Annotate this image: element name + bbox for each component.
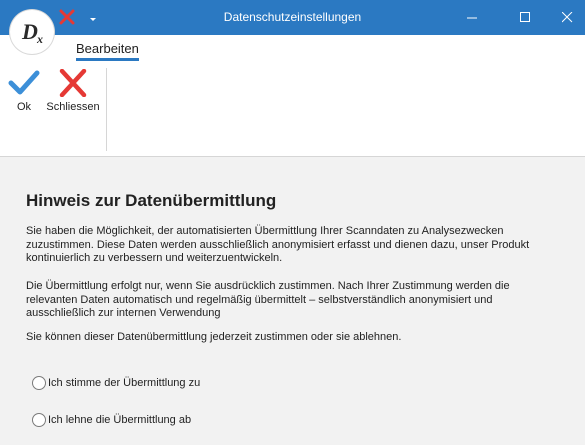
checkmark-icon — [8, 70, 40, 95]
close-window-button[interactable] — [545, 0, 585, 35]
svg-text:x: x — [36, 32, 43, 46]
radio-button-decline[interactable] — [32, 413, 46, 427]
maximize-button[interactable] — [503, 0, 549, 35]
main-content: Hinweis zur Datenübermittlung Sie haben … — [0, 157, 585, 445]
page-heading: Hinweis zur Datenübermittlung — [26, 191, 277, 210]
app-logo[interactable]: D x — [10, 10, 54, 54]
tab-bearbeiten[interactable]: Bearbeiten — [76, 41, 139, 61]
dialog-window: Datenschutzeinstellungen Bearbeiten Ok S… — [0, 0, 585, 445]
chevron-down-icon[interactable] — [88, 11, 98, 21]
minimize-icon — [467, 17, 477, 19]
ribbon-separator — [106, 68, 107, 151]
radio-agree-label[interactable]: Ich stimme der Übermittlung zu — [48, 376, 200, 390]
paragraph-1: Sie haben die Möglichkeit, der automatis… — [26, 225, 530, 264]
ok-button-label: Ok — [16, 101, 32, 113]
minimize-button[interactable] — [450, 0, 496, 35]
schliessen-button-label: Schliessen — [46, 101, 100, 113]
radio-decline[interactable]: Ich lehne die Übermittlung ab — [32, 412, 232, 428]
ok-button[interactable]: Ok — [6, 69, 42, 113]
radio-agree[interactable]: Ich stimme der Übermittlung zu — [32, 375, 232, 391]
maximize-icon — [520, 12, 530, 22]
schliessen-button[interactable]: Schliessen — [45, 69, 101, 113]
paragraph-3: Sie können dieser Datenübermittlung jede… — [26, 331, 402, 343]
title-bar: Datenschutzeinstellungen — [0, 0, 585, 35]
ribbon: Bearbeiten Ok Schliessen — [0, 35, 585, 157]
paragraph-2: Die Übermittlung erfolgt nur, wenn Sie a… — [26, 280, 510, 319]
svg-text:D: D — [21, 19, 38, 44]
radio-decline-label[interactable]: Ich lehne die Übermittlung ab — [48, 413, 191, 427]
close-icon — [562, 12, 573, 23]
radio-button-agree[interactable] — [32, 376, 46, 390]
quick-access-close-icon[interactable] — [58, 8, 76, 26]
close-x-icon — [59, 69, 87, 97]
